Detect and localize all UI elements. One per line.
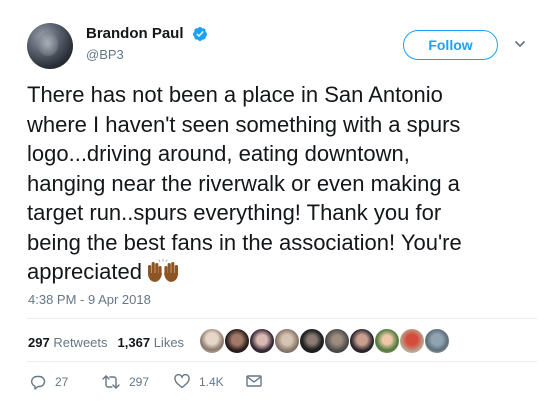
divider [27, 318, 537, 319]
heart-icon [174, 374, 190, 389]
verified-badge-icon [193, 27, 207, 41]
liker-avatar[interactable] [249, 328, 275, 354]
like-count: 1.4K [199, 374, 224, 389]
likes-label[interactable]: Likes [154, 335, 184, 350]
reply-icon [31, 375, 46, 390]
liker-avatar[interactable] [274, 328, 300, 354]
follow-button[interactable]: Follow [403, 30, 498, 60]
tweet-line: being the best fans in the association! … [27, 229, 462, 255]
divider [27, 361, 537, 362]
retweets-label[interactable]: Retweets [53, 335, 107, 350]
retweet-count: 297 [129, 375, 150, 389]
liker-avatar[interactable] [349, 328, 375, 354]
likes-count[interactable]: 1,367 [118, 335, 151, 350]
tweet-text: There has not been a place in San Antoni… [27, 80, 537, 287]
tweet-line: There has not been a place in San Antoni… [27, 82, 443, 107]
reply-action[interactable]: 27 [30, 374, 68, 390]
tweet-line: hanging near the riverwalk or even makin… [27, 170, 460, 196]
retweet-action[interactable]: 297 [102, 374, 149, 390]
engagement-stats: 297 Retweets 1,367 Likes [28, 335, 184, 350]
tweet-line: logo...driving around, eating downtown, [27, 141, 410, 166]
liker-avatar[interactable] [399, 328, 425, 354]
raised-hands-icon [147, 259, 178, 282]
chevron-down-icon[interactable] [514, 38, 526, 50]
envelope-icon [246, 375, 262, 387]
author-name[interactable]: Brandon Paul [86, 25, 184, 42]
like-action[interactable]: 1.4K [174, 374, 224, 389]
tweet-line: target run..spurs everything! Thank you … [27, 200, 442, 225]
tweet-line-last: appreciated [27, 257, 537, 287]
tweet-timestamp[interactable]: 4:38 PM - 9 Apr 2018 [28, 292, 151, 307]
retweet-icon [102, 375, 120, 389]
author-handle[interactable]: @BP3 [86, 47, 124, 62]
reply-count: 27 [55, 375, 69, 389]
tweet-line: where I haven't seen something with a sp… [27, 111, 461, 137]
liker-avatar[interactable] [224, 328, 250, 354]
liker-avatar[interactable] [324, 328, 350, 354]
direct-message-action[interactable] [246, 374, 262, 388]
tweet-line: appreciated [27, 259, 142, 284]
author-avatar[interactable] [27, 23, 73, 69]
liker-avatar[interactable] [199, 328, 225, 354]
liker-avatar[interactable] [299, 328, 325, 354]
liker-avatar[interactable] [424, 328, 450, 354]
retweets-count[interactable]: 297 [28, 335, 50, 350]
liker-avatar[interactable] [374, 328, 400, 354]
